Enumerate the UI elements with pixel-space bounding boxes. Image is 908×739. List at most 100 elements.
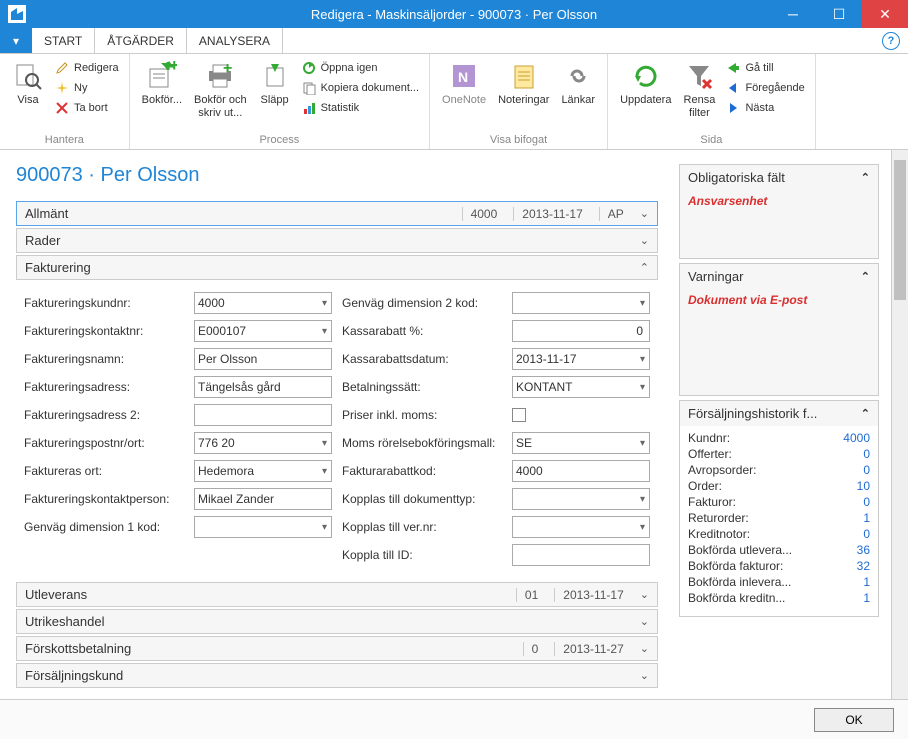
hist-row[interactable]: Fakturor:0 <box>688 494 870 510</box>
foregaende-button[interactable]: Föregående <box>721 78 808 98</box>
refresh-icon <box>630 60 662 92</box>
window-title: Redigera - Maskinsäljorder - 900073 · Pe… <box>311 7 597 22</box>
betalningssatt-select[interactable]: KONTANT <box>512 376 650 398</box>
tab-start[interactable]: START <box>32 28 95 53</box>
uppdatera-button[interactable]: Uppdatera <box>614 56 677 132</box>
onenote-icon: N <box>448 60 480 92</box>
tab-atgarder[interactable]: ÅTGÄRDER <box>95 28 187 53</box>
priser-inkl-moms-checkbox[interactable] <box>512 408 526 422</box>
hist-row[interactable]: Bokförda fakturor:32 <box>688 558 870 574</box>
oppna-igen-button[interactable]: Öppna igen <box>297 58 423 78</box>
help-button[interactable]: ? <box>882 32 900 50</box>
hist-row[interactable]: Offerter:0 <box>688 446 870 462</box>
close-button[interactable]: ✕ <box>862 0 908 28</box>
hist-row[interactable]: Bokförda kreditn...1 <box>688 590 870 606</box>
warning-ansvarsenhet: Ansvarsenhet <box>688 194 870 208</box>
koppla-id-input[interactable] <box>512 544 650 566</box>
chevron-down-icon: ⌄ <box>640 234 649 247</box>
chevron-down-icon: ⌄ <box>640 207 649 220</box>
copy-icon <box>301 80 317 96</box>
chevron-up-icon: ⌃ <box>861 407 870 420</box>
app-icon <box>8 5 26 23</box>
pencil-icon <box>54 60 70 76</box>
link-icon <box>562 60 594 92</box>
onenote-button[interactable]: N OneNote <box>436 56 492 132</box>
tabort-button[interactable]: Ta bort <box>50 98 123 118</box>
redigera-button[interactable]: Redigera <box>50 58 123 78</box>
scrollbar-thumb[interactable] <box>894 160 906 300</box>
visa-button[interactable]: Visa <box>6 56 50 132</box>
fakturering-kontaktnr-select[interactable]: E000107 <box>194 320 332 342</box>
tab-analysera[interactable]: ANALYSERA <box>187 28 283 53</box>
chevron-down-icon: ⌄ <box>640 588 649 601</box>
vertical-scrollbar[interactable] <box>891 150 908 699</box>
fakturering-namn-input[interactable]: Per Olsson <box>194 348 332 370</box>
accordion-forsaljningskund[interactable]: Försäljningskund ⌄ <box>16 663 658 688</box>
rensa-filter-button[interactable]: Rensa filter <box>677 56 721 132</box>
fakturarabatt-input[interactable]: 4000 <box>512 460 650 482</box>
hist-row[interactable]: Bokförda utlevera...36 <box>688 542 870 558</box>
hist-row[interactable]: Kreditnotor:0 <box>688 526 870 542</box>
filter-icon <box>683 60 715 92</box>
ok-button[interactable]: OK <box>814 708 894 732</box>
fakturering-adress2-input[interactable] <box>194 404 332 426</box>
next-icon <box>725 100 741 116</box>
minimize-button[interactable]: ─ <box>770 0 816 28</box>
chevron-down-icon: ⌄ <box>640 642 649 655</box>
gatill-button[interactable]: Gå till <box>721 58 808 78</box>
prev-icon <box>725 80 741 96</box>
bokfor-button[interactable]: + Bokför... <box>136 56 188 132</box>
fakturering-ort-select[interactable]: Hedemora <box>194 460 332 482</box>
maximize-button[interactable]: ☐ <box>816 0 862 28</box>
hist-row[interactable]: Avropsorder:0 <box>688 462 870 478</box>
chart-icon <box>301 100 317 116</box>
lankar-button[interactable]: Länkar <box>555 56 601 132</box>
fakturering-kundnr-select[interactable]: 4000 <box>194 292 332 314</box>
file-menu-button[interactable]: ▾ <box>0 28 32 53</box>
accordion-fakturering[interactable]: Fakturering ⌃ <box>16 255 658 280</box>
kopiera-button[interactable]: Kopiera dokument... <box>297 78 423 98</box>
bokfor-skriv-button[interactable]: + Bokför och skriv ut... <box>188 56 253 132</box>
statistik-button[interactable]: Statistik <box>297 98 423 118</box>
kopplas-dokumenttyp-select[interactable] <box>512 488 650 510</box>
accordion-allmant[interactable]: Allmänt 40002013-11-17AP ⌄ <box>16 201 658 226</box>
dimension2-select[interactable] <box>512 292 650 314</box>
chevron-up-icon: ⌃ <box>861 171 870 184</box>
goto-icon <box>725 60 741 76</box>
notes-icon <box>508 60 540 92</box>
magnifier-icon <box>12 60 44 92</box>
accordion-utleverans[interactable]: Utleverans 012013-11-17 ⌄ <box>16 582 658 607</box>
kassarabatt-input[interactable]: 0 <box>512 320 650 342</box>
ny-button[interactable]: Ny <box>50 78 123 98</box>
moms-mall-select[interactable]: SE <box>512 432 650 454</box>
panel-forsaljningshistorik: Försäljningshistorik f...⌃ Kundnr:4000Of… <box>679 400 879 617</box>
accordion-rader[interactable]: Rader ⌄ <box>16 228 658 253</box>
hist-row[interactable]: Kundnr:4000 <box>688 430 870 446</box>
fakturering-form: Faktureringskundnr:4000 Faktureringskont… <box>16 282 658 582</box>
sparkle-icon <box>54 80 70 96</box>
svg-text:+: + <box>223 61 232 77</box>
svg-text:+: + <box>169 61 177 75</box>
panel-varningar: Varningar⌃ Dokument via E-post <box>679 263 879 396</box>
dimension1-select[interactable] <box>194 516 332 538</box>
nasta-button[interactable]: Nästa <box>721 98 808 118</box>
fakturering-adress-input[interactable]: Tängelsås gård <box>194 376 332 398</box>
hist-row[interactable]: Bokförda inlevera...1 <box>688 574 870 590</box>
kopplas-vernr-select[interactable] <box>512 516 650 538</box>
hist-row[interactable]: Order:10 <box>688 478 870 494</box>
panel-obligatoriska: Obligatoriska fält⌃ Ansvarsenhet <box>679 164 879 259</box>
main-content: 900073 · Per Olsson Allmänt 40002013-11-… <box>0 150 675 699</box>
hist-row[interactable]: Returorder:1 <box>688 510 870 526</box>
slapp-button[interactable]: Släpp <box>253 56 297 132</box>
noteringar-button[interactable]: Noteringar <box>492 56 555 132</box>
accordion-forskott[interactable]: Förskottsbetalning 02013-11-27 ⌄ <box>16 636 658 661</box>
kassarabatt-datum-select[interactable]: 2013-11-17 <box>512 348 650 370</box>
reopen-icon <box>301 60 317 76</box>
printer-icon: + <box>204 60 236 92</box>
svg-text:N: N <box>458 69 468 85</box>
accordion-utrikeshandel[interactable]: Utrikeshandel ⌄ <box>16 609 658 634</box>
fakturering-kontaktperson-input[interactable]: Mikael Zander <box>194 488 332 510</box>
fakturering-postnr-select[interactable]: 776 20 <box>194 432 332 454</box>
footer: OK <box>0 699 908 739</box>
release-icon <box>259 60 291 92</box>
